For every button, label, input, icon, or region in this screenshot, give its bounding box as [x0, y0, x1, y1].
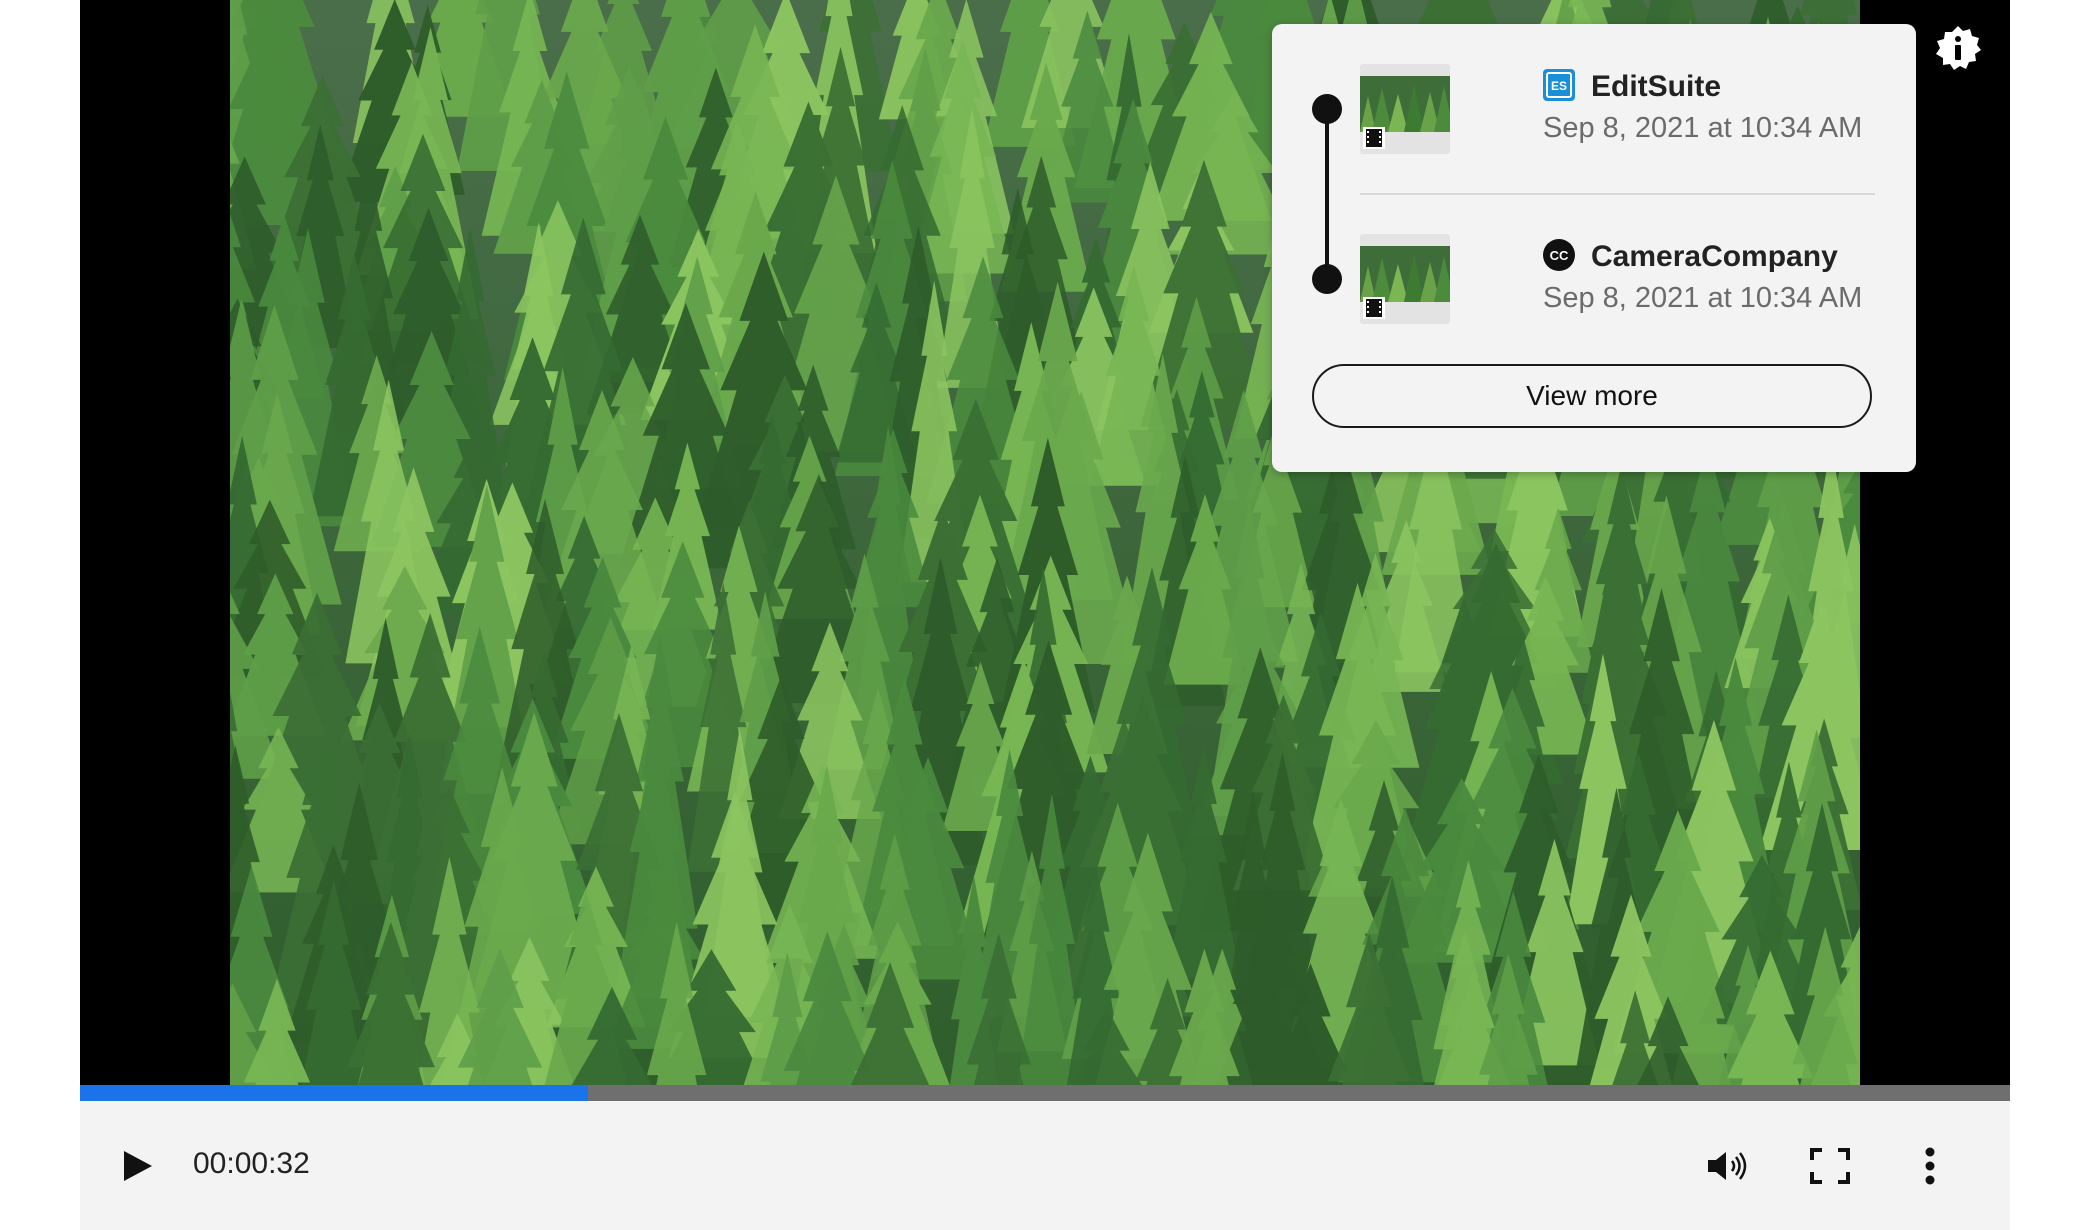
editsuite-logo-text: ES — [1551, 79, 1567, 93]
fullscreen-button[interactable] — [1802, 1138, 1858, 1194]
fullscreen-icon — [1810, 1148, 1850, 1184]
controls-bar: 00:00:32 — [80, 1101, 2010, 1230]
video-stage[interactable]: ES EditSuite Sep 8, 2021 at 10:34 AM CC … — [80, 0, 2010, 1085]
entry-thumbnail — [1360, 64, 1450, 154]
progress-fill — [80, 1085, 588, 1101]
entry-date: Sep 8, 2021 at 10:34 AM — [1543, 112, 1863, 144]
history-entry-editsuite[interactable]: ES EditSuite Sep 8, 2021 at 10:34 AM — [1272, 64, 1916, 164]
play-icon — [124, 1151, 152, 1181]
entry-date: Sep 8, 2021 at 10:34 AM — [1543, 282, 1863, 314]
current-time: 00:00:32 — [193, 1147, 310, 1180]
film-icon — [1363, 127, 1385, 149]
film-icon — [1363, 297, 1385, 319]
history-entry-cameracompany[interactable]: CC CameraCompany Sep 8, 2021 at 10:34 AM — [1272, 234, 1916, 334]
volume-icon — [1708, 1152, 1747, 1180]
more-options-button[interactable] — [1902, 1138, 1958, 1194]
content-credentials-panel: ES EditSuite Sep 8, 2021 at 10:34 AM CC … — [1272, 24, 1916, 472]
video-player: ES EditSuite Sep 8, 2021 at 10:34 AM CC … — [80, 0, 2010, 1230]
view-more-button[interactable]: View more — [1312, 364, 1872, 428]
entry-app-name: CameraCompany — [1591, 240, 1838, 273]
forest-thumbnail-image — [1360, 76, 1450, 132]
info-badge-icon — [1936, 26, 1981, 70]
forest-thumbnail-image — [1360, 246, 1450, 302]
entry-thumbnail — [1360, 234, 1450, 324]
more-vertical-icon — [1925, 1147, 1935, 1185]
entry-app-name: EditSuite — [1591, 70, 1722, 103]
volume-button[interactable] — [1700, 1138, 1756, 1194]
cameracompany-logo-icon: CC — [1543, 239, 1575, 271]
info-button[interactable] — [1934, 24, 1982, 72]
play-button[interactable] — [110, 1138, 166, 1194]
cameracompany-logo-text: CC — [1550, 248, 1569, 263]
progress-bar[interactable] — [80, 1085, 2010, 1101]
editsuite-logo-icon: ES — [1543, 69, 1575, 101]
entry-divider — [1360, 193, 1875, 195]
